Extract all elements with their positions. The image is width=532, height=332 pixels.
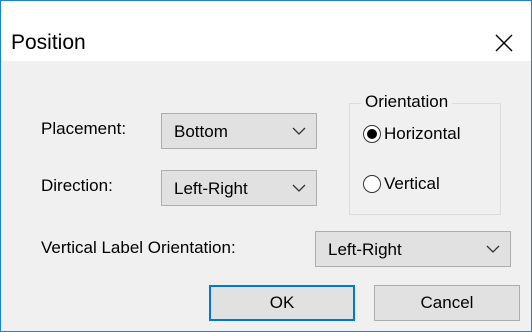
title-bar: Position: [1, 1, 531, 61]
placement-select[interactable]: Bottom: [161, 113, 317, 149]
radio-vertical[interactable]: Vertical: [363, 174, 440, 194]
vertical-label-orientation-select[interactable]: Left-Right: [315, 231, 511, 267]
chevron-down-icon: [486, 245, 500, 253]
position-dialog: Position Placement: Bottom Direction: Le…: [0, 0, 532, 332]
close-icon: [495, 34, 513, 52]
placement-value: Bottom: [174, 122, 228, 141]
radio-horizontal-label: Horizontal: [384, 124, 461, 143]
radio-indicator: [363, 175, 381, 193]
ok-button[interactable]: OK: [209, 285, 355, 321]
radio-horizontal[interactable]: Horizontal: [363, 124, 461, 144]
radio-selected-dot: [367, 129, 377, 139]
direction-value: Left-Right: [174, 179, 248, 198]
direction-label: Direction:: [41, 176, 113, 195]
direction-select[interactable]: Left-Right: [161, 170, 317, 206]
vertical-label-orientation-label: Vertical Label Orientation:: [41, 238, 236, 257]
dialog-title: Position: [11, 31, 86, 54]
orientation-legend: Orientation: [361, 92, 453, 112]
vertical-label-orientation-value: Left-Right: [328, 240, 402, 259]
cancel-button[interactable]: Cancel: [374, 285, 520, 321]
radio-indicator: [363, 125, 381, 143]
radio-vertical-label: Vertical: [384, 174, 440, 193]
close-button[interactable]: [477, 24, 531, 62]
chevron-down-icon: [292, 127, 306, 135]
placement-label: Placement:: [41, 119, 127, 138]
orientation-group: [349, 103, 501, 215]
chevron-down-icon: [292, 184, 306, 192]
